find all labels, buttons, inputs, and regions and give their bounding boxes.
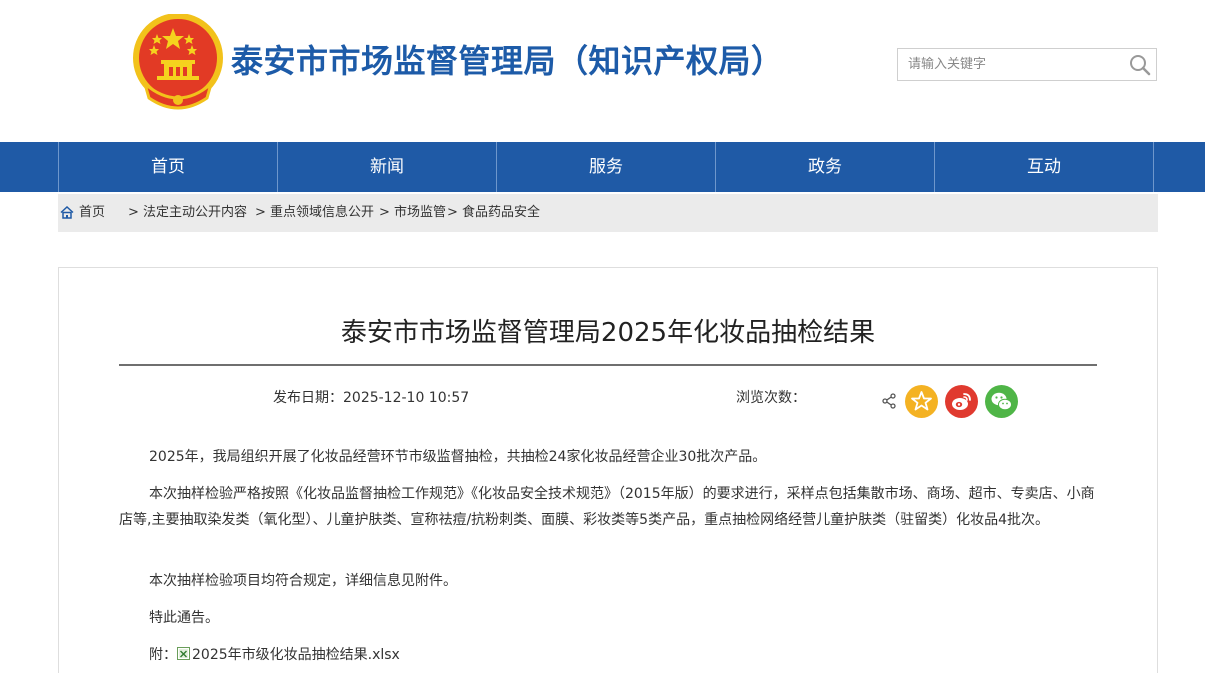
attachment-link[interactable]: 2025年市级化妆品抽检结果.xlsx [192, 647, 400, 663]
home-icon [60, 206, 74, 219]
breadcrumb: 首页 > 法定主动公开内容 > 重点领域信息公开 > 市场监管 > 食品药品安全 [58, 194, 1158, 232]
article-container: 泰安市市场监督管理局2025年化妆品抽检结果 发布日期：2025-12-10 1… [58, 267, 1158, 673]
nav-item-services[interactable]: 服务 [496, 142, 715, 192]
national-emblem-icon[interactable] [133, 14, 223, 112]
wechat-icon[interactable] [985, 385, 1018, 418]
share-icon[interactable] [881, 393, 897, 409]
article-title: 泰安市市场监督管理局2025年化妆品抽检结果 [340, 318, 876, 348]
breadcrumb-item-food-drug-safety[interactable]: > 食品药品安全 [447, 205, 540, 220]
nav-item-government[interactable]: 政务 [715, 142, 934, 192]
favorite-star-icon[interactable] [905, 385, 938, 418]
site-title[interactable]: 泰安市市场监督管理局（知识产权局） [231, 36, 784, 82]
paragraph-2: 本次抽样检验严格按照《化妆品监督抽检工作规范》《化妆品安全技术规范》（2015年… [119, 486, 1095, 528]
excel-file-icon [177, 647, 190, 660]
search-box [897, 48, 1157, 81]
main-nav: 首页 新闻 服务 政务 互动 [0, 142, 1205, 192]
nav-divider [1153, 142, 1154, 192]
site-header: 泰安市市场监督管理局（知识产权局） [0, 0, 1205, 142]
search-icon[interactable] [1128, 53, 1152, 77]
title-divider [119, 364, 1097, 366]
breadcrumb-home[interactable]: 首页 [79, 205, 105, 220]
paragraph-3: 本次抽样检验项目均符合规定，详细信息见附件。 [149, 573, 457, 589]
paragraph-1: 2025年，我局组织开展了化妆品经营环节市级监督抽检，共抽检24家化妆品经营企业… [149, 449, 767, 465]
breadcrumb-item-public-content[interactable]: > 法定主动公开内容 [128, 205, 247, 220]
breadcrumb-item-market-regulation[interactable]: > 市场监管 [379, 205, 446, 220]
attachment-label: 附： [149, 647, 177, 663]
search-input[interactable] [898, 49, 1122, 80]
paragraph-4: 特此通告。 [149, 610, 219, 626]
attachment-line: 附： 2025年市级化妆品抽检结果.xlsx [119, 642, 1099, 668]
nav-item-news[interactable]: 新闻 [277, 142, 496, 192]
publish-date: 发布日期：2025-12-10 10:57 [273, 390, 470, 406]
weibo-icon[interactable] [945, 385, 978, 418]
view-count: 浏览次数： [736, 390, 806, 406]
nav-item-interaction[interactable]: 互动 [934, 142, 1153, 192]
nav-item-home[interactable]: 首页 [58, 142, 277, 192]
breadcrumb-item-key-areas[interactable]: > 重点领域信息公开 [255, 205, 374, 220]
